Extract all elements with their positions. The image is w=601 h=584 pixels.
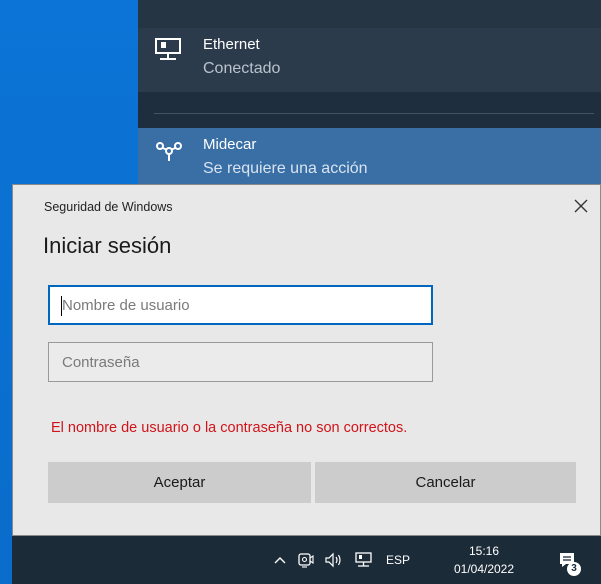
dialog-caption: Seguridad de Windows [44, 200, 173, 214]
taskbar: ESP 15:16 01/04/2022 3 [12, 536, 601, 584]
clock-date: 01/04/2022 [453, 562, 515, 576]
ethernet-status: Conectado [203, 60, 281, 77]
close-icon [574, 199, 588, 213]
ethernet-tray-icon [355, 552, 372, 567]
meet-now-icon [298, 553, 314, 568]
windows-security-dialog: Seguridad de Windows Iniciar sesión Nomb… [12, 184, 601, 536]
dialog-heading: Iniciar sesión [43, 233, 172, 258]
network-tray-button[interactable] [350, 536, 378, 584]
text-caret [61, 296, 62, 316]
show-hidden-icons-button[interactable] [268, 536, 292, 584]
speaker-icon [325, 552, 341, 568]
username-field[interactable]: Nombre de usuario [48, 285, 433, 325]
close-button[interactable] [568, 193, 594, 219]
volume-button[interactable] [320, 536, 348, 584]
error-message: El nombre de usuario o la contraseña no … [51, 420, 408, 436]
action-center-button[interactable]: 3 [549, 536, 585, 584]
accept-button[interactable]: Aceptar [48, 462, 311, 503]
username-placeholder: Nombre de usuario [62, 296, 190, 314]
clock-time: 15:16 [468, 544, 500, 558]
network-item-midecar[interactable]: Midecar Se requiere una acción [138, 128, 601, 184]
notification-count-badge: 3 [567, 562, 581, 576]
chevron-up-icon [274, 557, 286, 564]
wifi-status: Se requiere una acción [203, 160, 368, 177]
cancel-button[interactable]: Cancelar [315, 462, 576, 503]
input-language-button[interactable]: ESP [380, 536, 416, 584]
password-field[interactable]: Contraseña [48, 342, 433, 382]
password-placeholder: Contraseña [62, 353, 140, 371]
ethernet-icon [154, 37, 184, 65]
wifi-signal-icon [154, 137, 184, 165]
meet-now-button[interactable] [293, 536, 319, 584]
network-item-ethernet[interactable]: Ethernet Conectado [138, 28, 601, 92]
clock-button[interactable]: 15:16 01/04/2022 [449, 536, 519, 584]
flyout-top-strip [138, 0, 601, 28]
ethernet-name: Ethernet [203, 36, 260, 53]
wifi-name: Midecar [203, 136, 257, 153]
flyout-divider [154, 113, 594, 114]
